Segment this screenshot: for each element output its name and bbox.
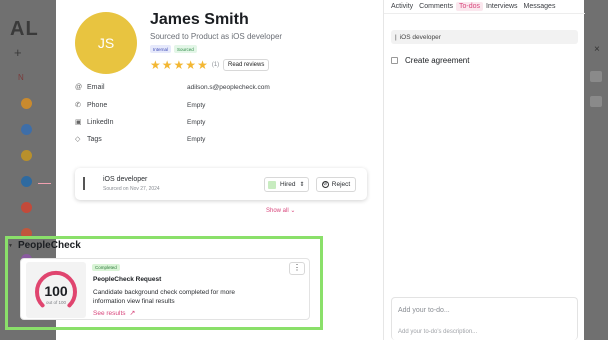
stage-label: Hired — [280, 181, 296, 188]
pipeline-marker — [38, 183, 51, 184]
candidate-tags: Internal Sourced — [150, 45, 197, 53]
linkedin-icon: ▣ — [75, 119, 82, 126]
todo-item[interactable]: Create agreement — [391, 56, 469, 65]
external-link-icon: ↗ — [129, 310, 136, 317]
activity-pane: Activity Comments To-dos Interviews Mess… — [383, 0, 585, 340]
tag-icon: ◇ — [75, 136, 81, 143]
field-email: @ Email adilson.s@peoplecheck.com — [75, 84, 270, 91]
caret-down-icon: ▼ — [8, 242, 13, 249]
background-avatar — [21, 202, 32, 213]
job-sourced-date: Sourced on Nov 27, 2024 — [103, 186, 160, 192]
background-chip — [590, 71, 602, 82]
avatar: JS — [75, 12, 137, 74]
background-avatar — [21, 124, 32, 135]
score-gauge: 100 out of 100 — [26, 262, 86, 318]
tab-todos[interactable]: To-dos — [456, 2, 484, 11]
candidate-subtitle: Sourced to Product as iOS developer — [150, 32, 283, 41]
star-icon: ★ — [197, 58, 208, 72]
reject-icon: ⊘ — [321, 181, 329, 188]
field-label: Email — [87, 84, 105, 91]
score-value: 100 — [44, 283, 68, 299]
job-card: iOS developer Sourced on Nov 27, 2024 Hi… — [75, 168, 367, 200]
read-reviews-button[interactable]: Read reviews — [223, 59, 270, 71]
field-value[interactable]: Empty — [187, 136, 205, 143]
peoplecheck-card: 100 out of 100 Completed PeopleCheck Req… — [20, 258, 310, 320]
todo-description-input[interactable]: Add your to-do's description... — [398, 329, 477, 335]
tabs-divider — [384, 13, 585, 14]
reject-label: Reject — [331, 181, 351, 188]
stage-select[interactable]: Hired ⇕ — [264, 177, 309, 192]
star-icon: ★ — [185, 58, 197, 72]
candidate-name: James Smith — [150, 11, 249, 28]
tab-comments[interactable]: Comments — [416, 2, 456, 11]
job-filter-chip[interactable]: | iOS developer — [391, 30, 578, 44]
more-options-button[interactable]: ⋮ — [289, 262, 305, 275]
field-linkedin: ▣ LinkedIn Empty — [75, 118, 205, 127]
request-title: PeopleCheck Request — [93, 276, 162, 283]
todo-label: Create agreement — [405, 56, 470, 65]
background-add-icon: + — [14, 45, 22, 60]
score-max: out of 100 — [45, 300, 67, 305]
request-description: Candidate background check completed for… — [93, 289, 235, 305]
activity-tabs: Activity Comments To-dos Interviews Mess… — [388, 2, 558, 11]
field-value[interactable]: adilson.s@peoplecheck.com — [187, 84, 270, 91]
background-chip — [590, 96, 602, 107]
see-results-link[interactable]: See results ↗ — [93, 309, 136, 318]
field-tags: ◇ Tags Empty — [75, 135, 205, 144]
rating-count: (1) — [211, 62, 220, 68]
background-column-header: N — [18, 73, 24, 82]
field-label: Phone — [87, 101, 108, 109]
status-badge: Completed — [92, 264, 120, 271]
job-filter-label: iOS developer — [399, 33, 441, 41]
field-value[interactable]: Empty — [187, 102, 205, 109]
background-avatar — [21, 150, 32, 161]
see-results-label: See results — [93, 309, 126, 317]
phone-icon: ✆ — [75, 102, 81, 109]
field-label: Tags — [87, 135, 102, 143]
todo-checkbox[interactable] — [391, 57, 398, 64]
todo-title-input[interactable]: Add your to-do... — [398, 307, 450, 314]
at-icon: @ — [75, 84, 83, 91]
background-avatar — [21, 176, 32, 187]
chevron-down-icon: ⌄ — [290, 208, 296, 214]
tag-sourced: Sourced — [174, 45, 197, 53]
star-icon: ★ — [173, 58, 185, 72]
job-title[interactable]: iOS developer — [103, 176, 147, 183]
peoplecheck-header[interactable]: ▼ PeopleCheck — [8, 240, 81, 251]
add-todo-box[interactable]: Add your to-do... Add your to-do's descr… — [391, 297, 578, 340]
star-icon: ★ — [161, 58, 173, 72]
star-icon: ★ — [150, 58, 161, 72]
background-avatar — [21, 98, 32, 109]
stage-color-swatch — [268, 180, 276, 189]
tag-internal: Internal — [150, 45, 172, 53]
bar-icon: | — [395, 33, 397, 41]
peoplecheck-title: PeopleCheck — [17, 240, 81, 251]
field-value[interactable]: Empty — [187, 119, 205, 126]
background-title: AL — [10, 18, 39, 40]
tab-interviews[interactable]: Interviews — [483, 2, 521, 11]
show-all-label: Show all — [266, 208, 289, 214]
field-label: LinkedIn — [87, 118, 114, 126]
field-phone: ✆ Phone Empty — [75, 101, 205, 110]
tab-activity[interactable]: Activity — [388, 2, 416, 11]
chevron-updown-icon: ⇕ — [299, 182, 305, 188]
rating: ★ ★ ★ ★ ★ (1) — [150, 59, 219, 71]
tab-messages[interactable]: Messages — [521, 2, 559, 11]
background-close-icon: × — [594, 44, 600, 55]
reject-button[interactable]: ⊘ Reject — [316, 177, 356, 192]
job-icon — [83, 177, 85, 190]
show-all-link[interactable]: Show all ⌄ — [266, 207, 295, 214]
